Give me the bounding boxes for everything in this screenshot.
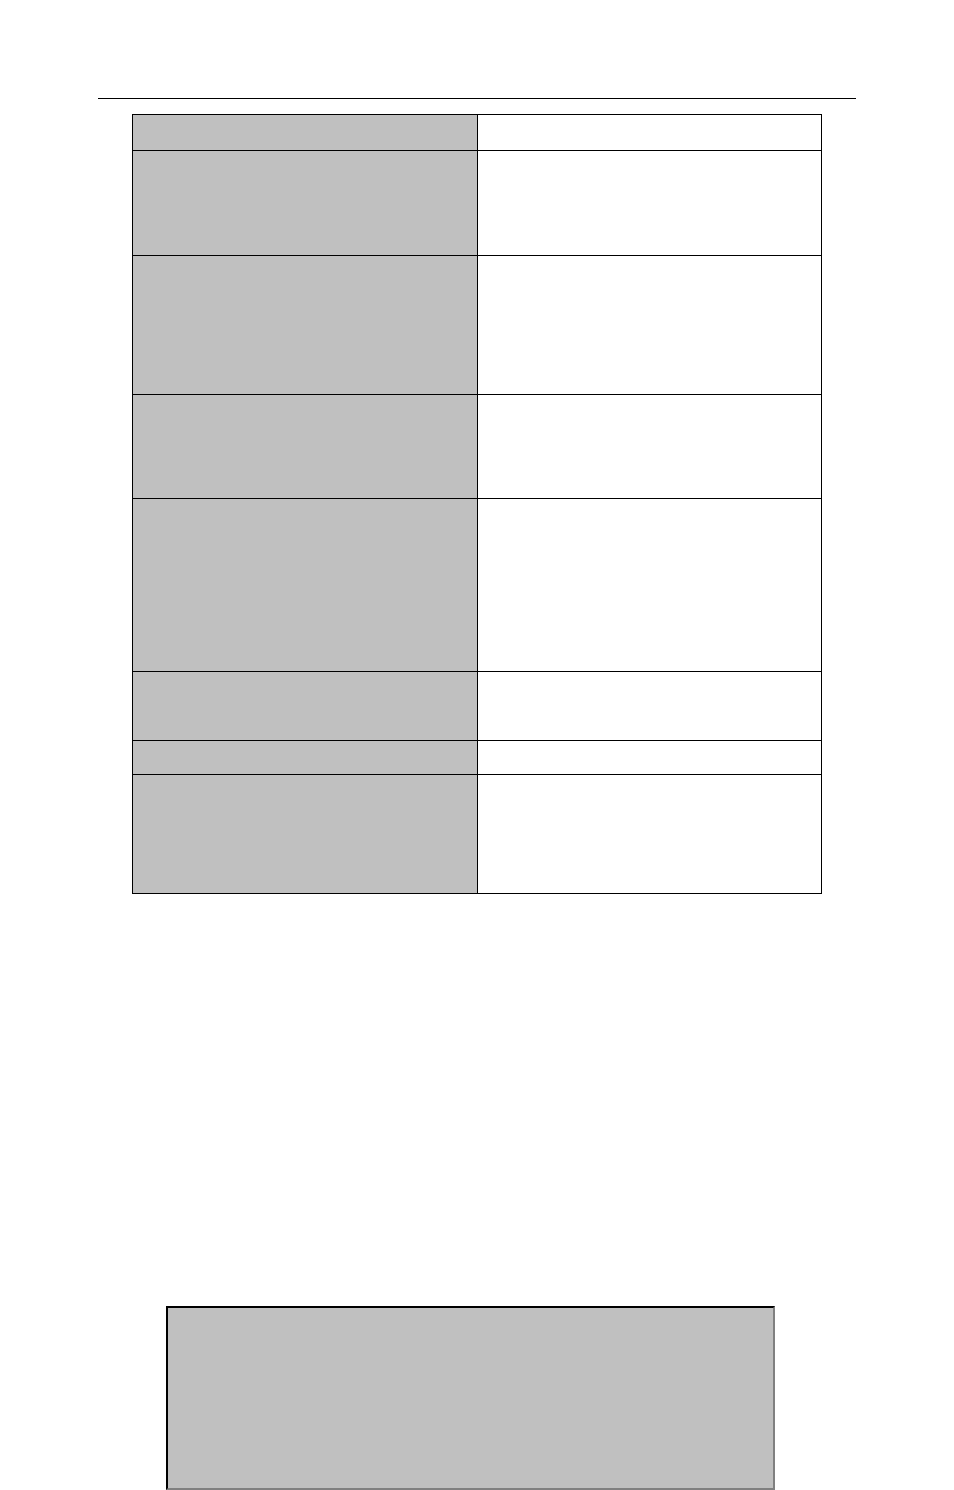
table-cell-right	[477, 775, 822, 894]
table-row	[133, 115, 822, 151]
table-row	[133, 672, 822, 741]
table-row	[133, 499, 822, 672]
table-row	[133, 151, 822, 256]
main-table	[132, 114, 822, 894]
table-cell-right	[477, 151, 822, 256]
info-box	[166, 1306, 775, 1490]
table-row	[133, 395, 822, 499]
table-cell-right	[477, 115, 822, 151]
table-cell-left	[133, 115, 478, 151]
table-cell-left	[133, 775, 478, 894]
table-cell-right	[477, 499, 822, 672]
table-cell-left	[133, 395, 478, 499]
table-cell-right	[477, 672, 822, 741]
table-cell-left	[133, 151, 478, 256]
table-cell-right	[477, 256, 822, 395]
table-row	[133, 775, 822, 894]
table-cell-right	[477, 741, 822, 775]
table-row	[133, 256, 822, 395]
table-cell-left	[133, 672, 478, 741]
table-cell-left	[133, 499, 478, 672]
table-cell-left	[133, 741, 478, 775]
header-rule	[98, 98, 856, 99]
document-page	[0, 0, 954, 1350]
table-cell-right	[477, 395, 822, 499]
table-cell-left	[133, 256, 478, 395]
table-row	[133, 741, 822, 775]
